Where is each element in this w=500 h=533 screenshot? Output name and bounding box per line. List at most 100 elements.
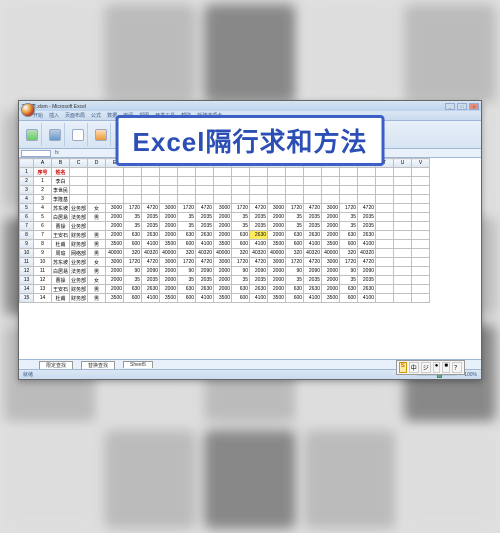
cell[interactable]: 4100 [358,294,376,303]
cell[interactable]: 90 [124,267,142,276]
cell[interactable]: 2035 [250,213,268,222]
cell[interactable]: 1720 [232,204,250,213]
row-header[interactable]: 1 [20,168,34,177]
cell[interactable]: 业务部 [70,258,88,267]
cell[interactable] [394,168,412,177]
row-header[interactable]: 13 [20,276,34,285]
cell[interactable]: 2035 [358,222,376,231]
cell[interactable] [304,168,322,177]
cell[interactable] [394,249,412,258]
cell[interactable]: 90 [232,267,250,276]
cell[interactable]: 90 [286,267,304,276]
cell[interactable] [376,267,394,276]
cell[interactable]: 白居易 [52,267,70,276]
cell[interactable] [340,195,358,204]
cell[interactable] [304,195,322,204]
cell[interactable] [412,231,430,240]
cell[interactable]: 2000 [268,285,286,294]
cell[interactable]: 40320 [250,249,268,258]
ime-toolbar[interactable]: S 中 ジ ● ■ ？ [396,360,465,375]
cell[interactable]: 3000 [106,204,124,213]
cell[interactable]: 2000 [160,213,178,222]
sheet-area[interactable]: ABCDEFGHIJKLMNOPQRSTUV1序号姓名21李白32李世民43李隆… [19,158,481,359]
cell[interactable] [358,177,376,186]
cell[interactable]: 2000 [106,213,124,222]
cell[interactable]: 业务部 [70,204,88,213]
cell[interactable]: 35 [340,222,358,231]
cell[interactable]: 2630 [142,285,160,294]
fx-icon[interactable]: fx [55,150,59,156]
cell[interactable]: 2035 [304,213,322,222]
cell[interactable]: 630 [286,285,304,294]
tab-home[interactable]: 开始 [33,112,43,119]
cell[interactable] [106,168,124,177]
cell[interactable]: 10 [34,258,52,267]
cell[interactable]: 男 [88,231,106,240]
cell[interactable] [394,222,412,231]
cell[interactable]: 男 [88,249,106,258]
cell[interactable] [178,177,196,186]
cell[interactable]: 2630 [142,231,160,240]
cell[interactable]: 35 [124,213,142,222]
cell[interactable]: 600 [124,294,142,303]
cell[interactable] [412,258,430,267]
cell[interactable] [376,213,394,222]
cell[interactable]: 杜甫 [52,240,70,249]
cell[interactable] [412,240,430,249]
cell[interactable] [160,195,178,204]
cell[interactable] [232,177,250,186]
cell[interactable]: 2035 [304,222,322,231]
cell[interactable] [124,168,142,177]
cell[interactable]: 3000 [268,258,286,267]
cell[interactable] [196,168,214,177]
cell[interactable]: 3500 [322,240,340,249]
cell[interactable] [88,177,106,186]
cell[interactable]: 35 [232,276,250,285]
cell[interactable]: 杜甫 [52,294,70,303]
cell[interactable]: 600 [232,240,250,249]
cell[interactable] [160,177,178,186]
cell[interactable] [214,186,232,195]
cell[interactable]: 320 [232,249,250,258]
cell[interactable] [142,177,160,186]
cell[interactable] [322,168,340,177]
office-button-icon[interactable] [21,103,35,117]
cell[interactable]: 4100 [304,294,322,303]
cell[interactable]: 7 [34,231,52,240]
cell[interactable]: 女 [88,276,106,285]
cell[interactable]: 2000 [268,276,286,285]
cell[interactable]: 2630 [196,285,214,294]
cell[interactable]: 3000 [160,258,178,267]
cell[interactable]: 男 [88,213,106,222]
cell[interactable] [394,195,412,204]
cell[interactable] [250,177,268,186]
cell[interactable] [394,213,412,222]
cell[interactable]: 600 [340,240,358,249]
paste-icon[interactable] [26,129,38,141]
cell[interactable] [412,177,430,186]
cell[interactable]: 4720 [358,258,376,267]
cell[interactable]: 630 [340,231,358,240]
cell[interactable]: 男 [88,294,106,303]
cell[interactable]: 1720 [178,204,196,213]
cell[interactable]: 40320 [196,249,214,258]
cell[interactable]: 630 [178,231,196,240]
cell[interactable] [394,276,412,285]
col-header[interactable]: V [412,159,430,168]
cell[interactable]: 2090 [304,267,322,276]
cell[interactable]: 2000 [106,276,124,285]
cell[interactable]: 法务部 [70,267,88,276]
cell[interactable]: 3000 [106,258,124,267]
cell[interactable]: 2000 [160,267,178,276]
cell[interactable]: 40000 [322,249,340,258]
cell[interactable]: 40320 [304,249,322,258]
cell[interactable]: 5 [34,213,52,222]
cell[interactable]: 630 [124,285,142,294]
cell[interactable] [268,186,286,195]
cell[interactable]: 8 [34,240,52,249]
cell[interactable]: 2630 [196,231,214,240]
cell[interactable]: 2090 [250,267,268,276]
cell[interactable] [358,186,376,195]
cell[interactable] [412,222,430,231]
cell[interactable] [88,186,106,195]
